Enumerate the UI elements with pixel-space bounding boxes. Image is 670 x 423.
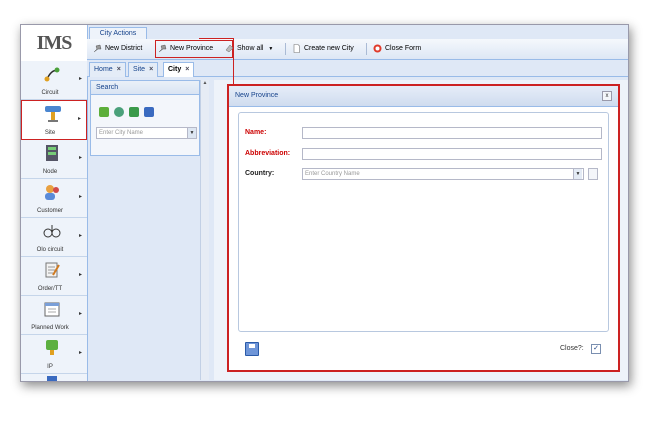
- pin-icon: [158, 44, 167, 53]
- name-label: Name:: [245, 129, 267, 136]
- new-province-button[interactable]: New Province: [155, 40, 233, 58]
- tab-strip: Home × Site × City ×: [87, 60, 628, 77]
- nav-label-site: Site: [44, 130, 56, 136]
- more-icon: [47, 376, 57, 381]
- app-logo: IMS: [21, 25, 88, 62]
- country-picker-button[interactable]: [588, 168, 598, 180]
- edit-icon[interactable]: [99, 107, 109, 117]
- ip-icon: [43, 339, 61, 357]
- vertical-scrollbar[interactable]: ▲: [200, 80, 209, 380]
- country-placeholder: Enter Country Name: [305, 171, 360, 177]
- create-new-city-button[interactable]: Create new City: [290, 41, 354, 57]
- nav-label-customer: Customer: [36, 208, 63, 214]
- chevron-right-icon: ▸: [77, 116, 81, 122]
- close-icon[interactable]: ×: [117, 66, 121, 73]
- logo-text: IMS: [36, 31, 73, 54]
- country-label: Country:: [245, 170, 275, 177]
- new-province-label: New Province: [170, 45, 214, 52]
- chevron-down-icon: ▼: [268, 46, 274, 52]
- nav-item-node[interactable]: ▸ Node: [21, 140, 87, 179]
- chevron-right-icon: ▸: [78, 155, 82, 161]
- new-district-button[interactable]: New District: [91, 41, 142, 57]
- city-search-input[interactable]: Enter City Name ▼: [96, 127, 197, 139]
- nav-label-ip: IP: [47, 364, 53, 370]
- planned-work-icon: [43, 300, 61, 318]
- dialog-form: Name: Abbreviation: Country: Enter Count…: [238, 112, 609, 332]
- tab-home-label: Home: [94, 66, 113, 73]
- chevron-right-icon: ▸: [78, 76, 82, 82]
- abbreviation-label: Abbreviation:: [245, 150, 291, 157]
- abbreviation-field[interactable]: [302, 148, 602, 160]
- nav-label-circuit: Circuit: [41, 90, 59, 96]
- close-icon[interactable]: x: [602, 91, 612, 101]
- scroll-up-icon[interactable]: ▲: [201, 80, 209, 88]
- chevron-right-icon: ▸: [78, 272, 82, 278]
- customer-icon: [43, 183, 61, 201]
- circuit-icon: [43, 65, 61, 83]
- show-all-button[interactable]: Show all ▼: [223, 41, 273, 57]
- nav-item-ip[interactable]: ▸ IP: [21, 335, 87, 374]
- callout-line: [199, 38, 234, 39]
- tab-site-label: Site: [133, 66, 146, 73]
- name-field[interactable]: [302, 127, 602, 139]
- close-form-label: Close Form: [385, 45, 422, 52]
- close-icon[interactable]: ×: [185, 66, 189, 73]
- tab-site[interactable]: Site ×: [128, 62, 159, 77]
- chevron-right-icon: ▸: [78, 233, 82, 239]
- nav-label-planned-work: Planned Work: [31, 325, 69, 331]
- export-icon[interactable]: [129, 107, 139, 117]
- nav-item-olo-circuit[interactable]: ▸ Olo circuit: [21, 218, 87, 257]
- city-search-placeholder: Enter City Name: [99, 130, 144, 136]
- refresh-icon[interactable]: [114, 107, 124, 117]
- callout-line: [233, 38, 234, 84]
- dialog-title: New Province: [229, 86, 618, 107]
- toolbar: New District New Province Show all ▼ Cre…: [87, 39, 628, 60]
- show-all-label: Show all: [237, 45, 264, 52]
- site-icon: [44, 105, 62, 123]
- pin-icon: [93, 44, 102, 53]
- save-icon[interactable]: [245, 342, 259, 356]
- close-form-button[interactable]: Close Form: [371, 41, 421, 57]
- nav-label-olo-circuit: Olo circuit: [36, 247, 64, 253]
- tab-city-label: City: [168, 66, 182, 73]
- order-tt-icon: [43, 261, 61, 279]
- nav-label-order-tt: Order/TT: [37, 286, 63, 292]
- nav-item-more[interactable]: [21, 374, 87, 381]
- olo-circuit-icon: [43, 222, 61, 240]
- search-title: Search: [91, 81, 199, 95]
- stop-icon: [373, 44, 382, 53]
- nav-item-order-tt[interactable]: ▸ Order/TT: [21, 257, 87, 296]
- chevron-right-icon: ▸: [78, 350, 82, 356]
- chevron-right-icon: ▸: [78, 311, 82, 317]
- document-icon: [292, 44, 301, 53]
- nav-item-planned-work[interactable]: ▸ Planned Work: [21, 296, 87, 335]
- create-new-city-label: Create new City: [304, 45, 354, 52]
- binoculars-icon[interactable]: [144, 107, 154, 117]
- chevron-down-icon[interactable]: ▼: [187, 127, 197, 139]
- country-combo[interactable]: Enter Country Name ▼: [302, 168, 584, 180]
- chevron-right-icon: ▸: [78, 194, 82, 200]
- search-panel: Search Enter City Name ▼: [90, 80, 200, 156]
- new-province-dialog: New Province x Name: Abbreviation: Count…: [227, 84, 620, 372]
- close-checkbox[interactable]: ✓: [591, 344, 601, 354]
- close-check-label: Close?:: [560, 345, 584, 352]
- tab-city[interactable]: City ×: [163, 62, 195, 77]
- nav-item-customer[interactable]: ▸ Customer: [21, 179, 87, 218]
- toolbar-separator: [285, 43, 286, 55]
- chevron-down-icon[interactable]: ▼: [573, 169, 582, 179]
- close-icon[interactable]: ×: [149, 66, 153, 73]
- tab-home[interactable]: Home ×: [89, 62, 126, 77]
- nav-label-node: Node: [42, 169, 58, 175]
- toolbar-separator: [366, 43, 367, 55]
- node-icon: [43, 144, 61, 162]
- new-district-label: New District: [105, 45, 143, 52]
- nav-item-site[interactable]: ▸ Site: [21, 100, 87, 140]
- left-nav: ▸ Circuit ▸ Site ▸ Node ▸ Customer ▸ Olo…: [21, 61, 88, 381]
- nav-item-circuit[interactable]: ▸ Circuit: [21, 61, 87, 100]
